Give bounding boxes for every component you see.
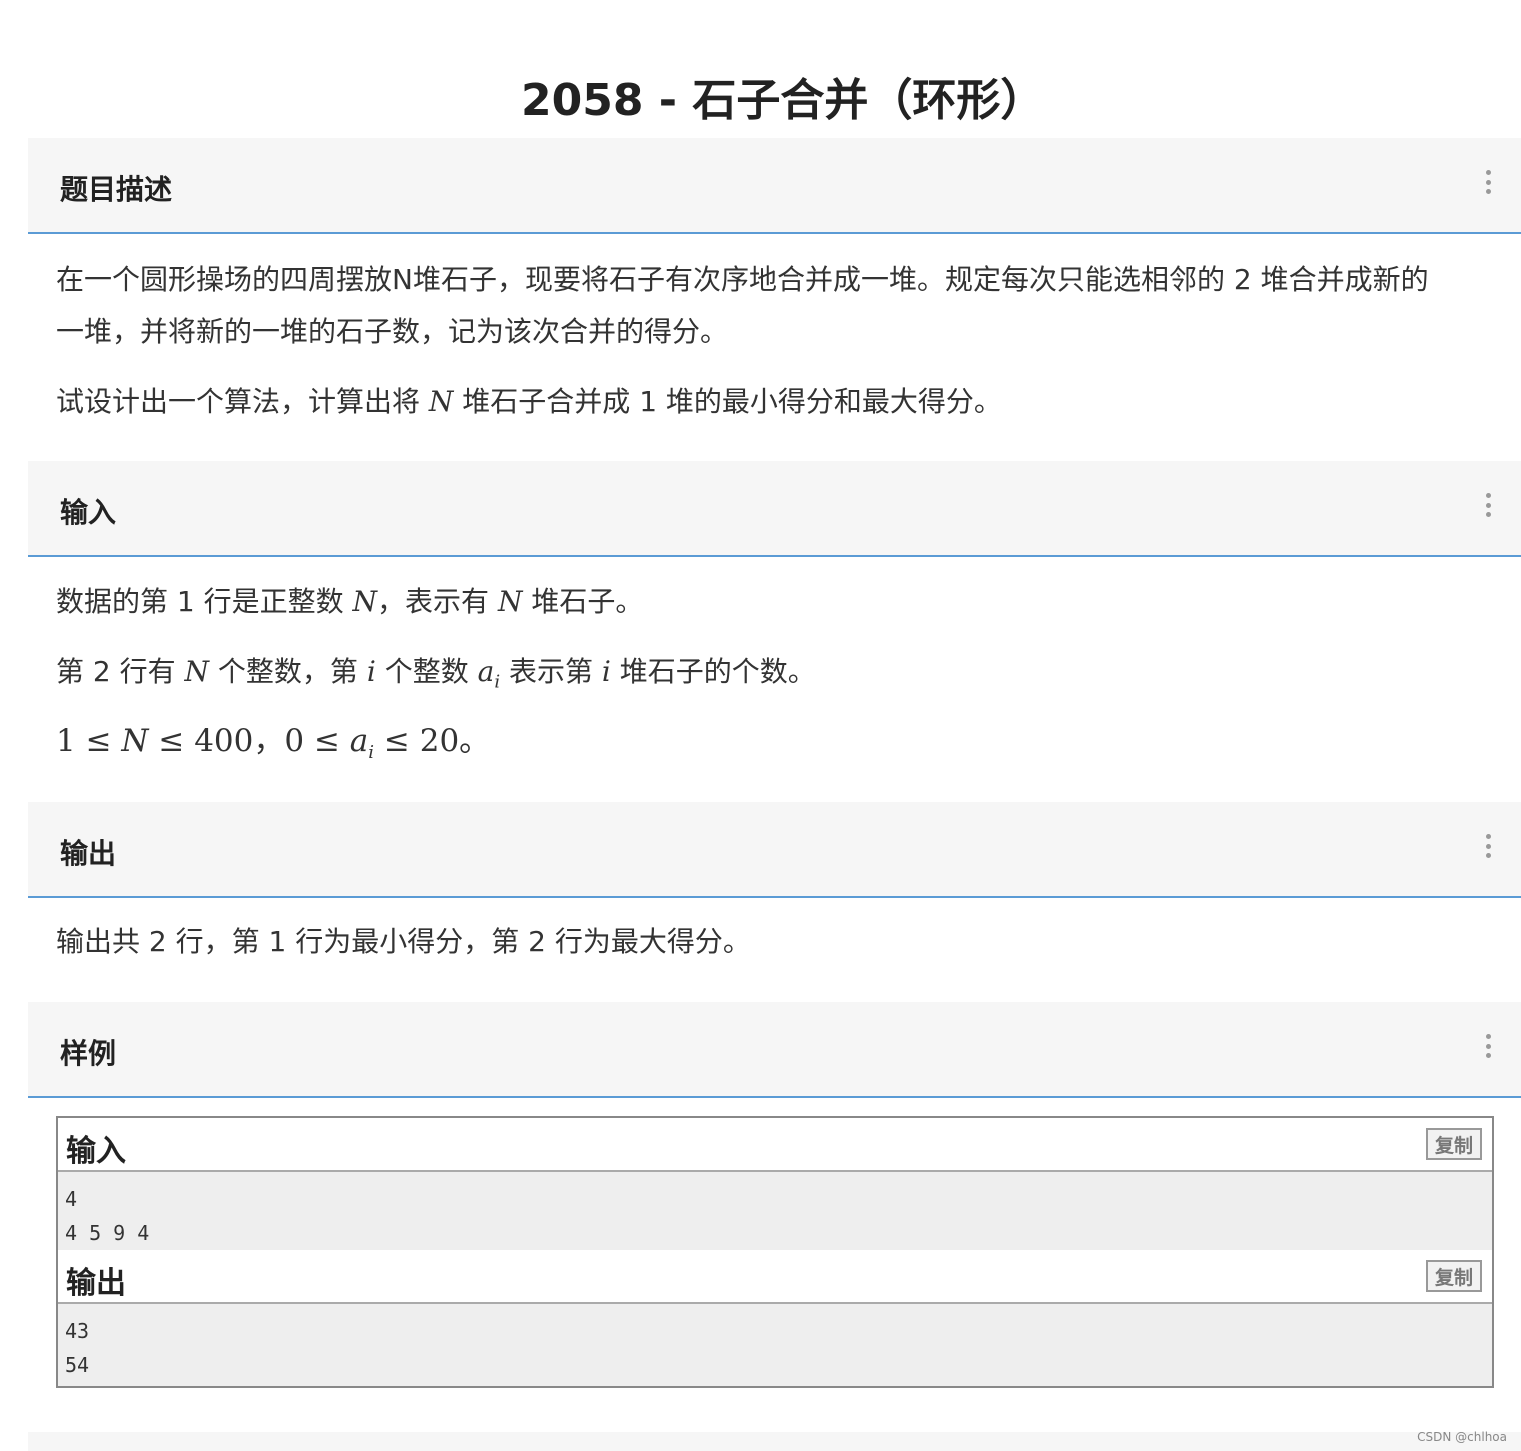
text: 堆石子。 xyxy=(522,585,644,618)
math-var: a xyxy=(349,723,369,759)
section-title-input: 输入 xyxy=(60,496,117,529)
math-var: N xyxy=(352,585,378,618)
sample-input-title: 输入 xyxy=(66,1134,126,1169)
input-desc-line-1: 数据的第 1 行是正整数 N，表示有 N 堆石子。 xyxy=(56,576,1496,628)
math-var: N xyxy=(497,585,523,618)
copy-output-button[interactable]: 复制 xyxy=(1426,1260,1482,1292)
section-header-output: 输出 xyxy=(28,802,1521,898)
watermark: CSDN @chlhoa xyxy=(1417,1430,1507,1444)
section-title-sample: 样例 xyxy=(60,1037,117,1070)
input-constraints: 1 ≤ N ≤ 400，0 ≤ ai ≤ 20。 xyxy=(56,715,1496,779)
text: ，表示有 xyxy=(377,585,498,618)
text: 表示第 xyxy=(500,655,602,688)
text: ≤ 20。 xyxy=(374,723,491,759)
math-var: i xyxy=(366,655,376,688)
text: 1 ≤ xyxy=(56,723,122,759)
output-desc: 输出共 2 行，第 1 行为最小得分，第 2 行为最大得分。 xyxy=(56,925,751,958)
page-title: 2058 - 石子合并（环形） xyxy=(521,75,1045,126)
description-line-1: 在一个圆形操场的四周摆放N堆石子，现要将石子有次序地合并成一堆。规定每次只能选相… xyxy=(56,263,1429,296)
math-var: a xyxy=(477,655,495,688)
text: ≤ 400，0 ≤ xyxy=(148,723,350,759)
text: 第 2 行有 xyxy=(56,655,185,688)
text: 堆石子合并成 1 堆的最小得分和最大得分。 xyxy=(453,385,1002,418)
section-header-description: 题目描述 xyxy=(28,138,1521,234)
kebab-menu-icon[interactable] xyxy=(1485,493,1491,517)
kebab-menu-icon[interactable] xyxy=(1485,170,1491,194)
sample-output-title: 输出 xyxy=(66,1266,126,1301)
sample-input-content[interactable]: 4 4 5 9 4 xyxy=(58,1172,1492,1254)
sample-input-header: 输入 复制 xyxy=(58,1118,1492,1172)
copy-input-button[interactable]: 复制 xyxy=(1426,1128,1482,1160)
sample-output-box: 输出 复制 43 54 xyxy=(56,1250,1494,1388)
math-var: N xyxy=(121,723,149,759)
text: 试设计出一个算法，计算出将 xyxy=(56,385,429,418)
section-header-input: 输入 xyxy=(28,461,1521,557)
bottom-section-bar xyxy=(28,1432,1521,1451)
description-paragraph-1: 在一个圆形操场的四周摆放N堆石子，现要将石子有次序地合并成一堆。规定每次只能选相… xyxy=(56,254,1496,358)
math-var: i xyxy=(601,655,611,688)
math-var: N xyxy=(428,385,454,418)
sample-output-content[interactable]: 43 54 xyxy=(58,1304,1492,1386)
sample-output-header: 输出 复制 xyxy=(58,1250,1492,1304)
math-var: N xyxy=(184,655,210,688)
section-title-description: 题目描述 xyxy=(60,173,173,206)
section-header-sample: 样例 xyxy=(28,1002,1521,1098)
section-title-output: 输出 xyxy=(60,837,117,870)
text: 个整数，第 xyxy=(209,655,367,688)
text: 数据的第 1 行是正整数 xyxy=(56,585,353,618)
kebab-menu-icon[interactable] xyxy=(1485,1034,1491,1058)
description-paragraph-2: 试设计出一个算法，计算出将 N 堆石子合并成 1 堆的最小得分和最大得分。 xyxy=(56,376,1496,428)
description-line-2: 一堆，并将新的一堆的石子数，记为该次合并的得分。 xyxy=(56,315,729,348)
sample-input-box: 输入 复制 4 4 5 9 4 xyxy=(56,1116,1494,1256)
kebab-menu-icon[interactable] xyxy=(1485,834,1491,858)
text: 个整数 xyxy=(375,655,478,688)
input-desc-line-2: 第 2 行有 N 个整数，第 i 个整数 ai 表示第 i 堆石子的个数。 xyxy=(56,646,1496,709)
text: 堆石子的个数。 xyxy=(610,655,816,688)
